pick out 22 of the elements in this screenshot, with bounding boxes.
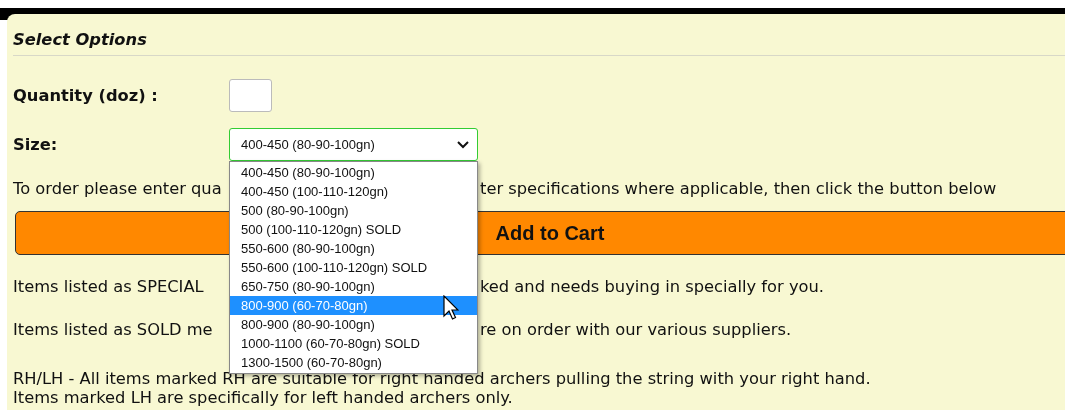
field-label: Quantity (doz) : (13, 86, 159, 105)
dropdown-option[interactable]: 1300-1500 (60-70-80gn) (230, 353, 477, 372)
chevron-icon (457, 140, 469, 149)
dropdown-option[interactable]: 800-900 (80-90-100gn) (230, 315, 477, 334)
dropdown-option[interactable]: 550-600 (80-90-100gn) (230, 239, 477, 258)
paragraph-text: Items listed as SOLD me (13, 319, 214, 341)
dropdown-option[interactable]: 400-450 (80-90-100gn) (230, 163, 477, 182)
dropdown-option[interactable]: 1000-1100 (60-70-80gn) SOLD (230, 334, 477, 353)
cursor-icon (443, 295, 459, 321)
paragraph-text: ked and needs buying in specially for you. (479, 276, 825, 298)
size-dropdown[interactable]: 400-450 (80-90-100gn) (229, 128, 478, 161)
dropdown-option[interactable]: 500 (100-110-120gn) SOLD (230, 220, 477, 239)
paragraph-text: ter specifications where applicable, then click the button below (479, 178, 998, 200)
section-title: Select Options (13, 30, 147, 50)
field-label: Size: (13, 135, 59, 154)
paragraph-text: re on order with our various suppliers. (479, 319, 793, 341)
quantity-field[interactable] (229, 79, 272, 112)
dropdown-option[interactable]: 550-600 (100-110-120gn) SOLD (230, 258, 477, 277)
paragraph-text: Items listed as SPECIAL (13, 276, 205, 298)
paragraph-text: To order please enter qua (13, 178, 223, 200)
dropdown-option[interactable]: 650-750 (80-90-100gn) (230, 277, 477, 296)
dropdown-option[interactable]: 400-450 (100-110-120gn) (230, 182, 477, 201)
